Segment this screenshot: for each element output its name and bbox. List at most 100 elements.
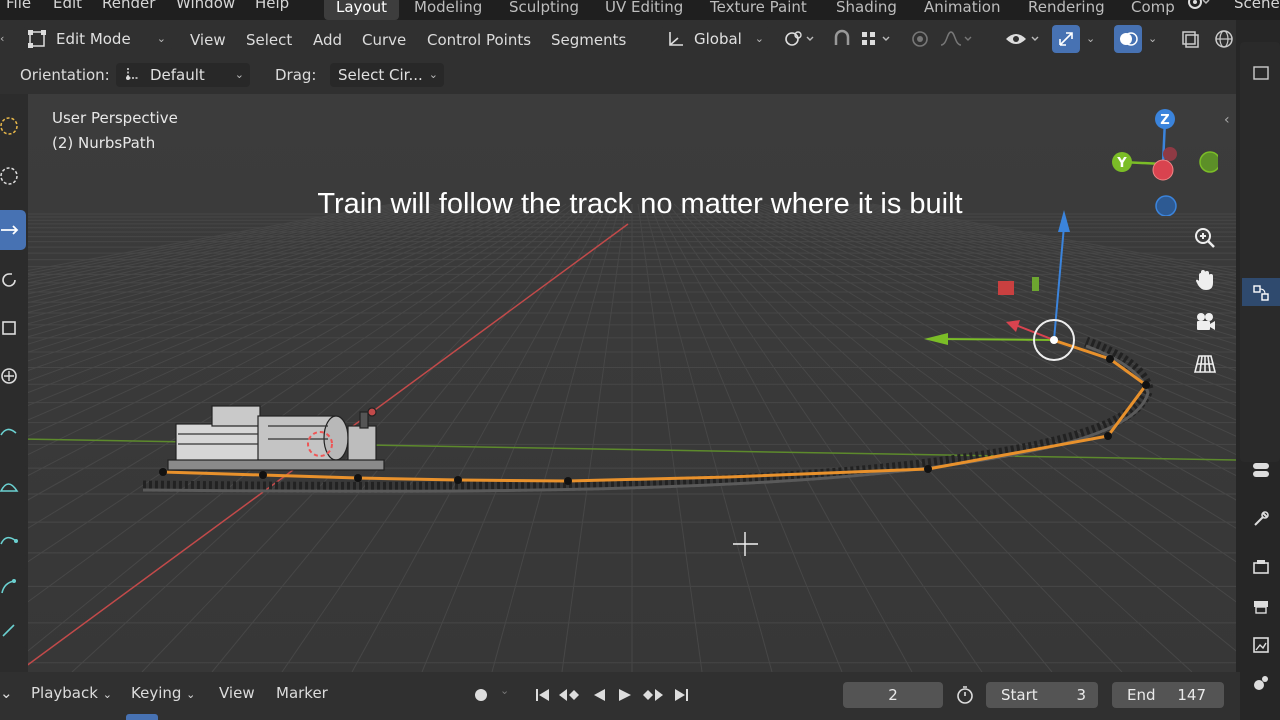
tab-modeling[interactable]: Modeling: [402, 0, 494, 20]
chevron-down-icon[interactable]: ⌄: [1086, 32, 1095, 45]
end-frame-field[interactable]: End 147: [1112, 682, 1224, 708]
menu-view[interactable]: View: [190, 28, 226, 52]
play-reverse-icon[interactable]: [588, 684, 610, 706]
end-label: End: [1127, 686, 1156, 704]
play-icon[interactable]: [614, 684, 636, 706]
menu-marker[interactable]: Marker: [276, 684, 328, 702]
3d-viewport[interactable]: User Perspective (2) NurbsPath Z Y: [28, 94, 1236, 672]
tool-draw-icon[interactable]: [0, 518, 26, 558]
view-layer-properties-icon[interactable]: [1246, 630, 1276, 660]
prev-keyframe-icon[interactable]: [558, 684, 580, 706]
menu-help[interactable]: Help: [255, 0, 289, 12]
tool-extrude-icon[interactable]: [0, 610, 26, 650]
tool-measure-icon[interactable]: [0, 464, 26, 504]
view-name: User Perspective: [52, 109, 178, 127]
orientation-dropdown[interactable]: Default ⌄: [116, 63, 250, 87]
tool-transform-icon[interactable]: [0, 356, 26, 396]
perspective-grid-icon[interactable]: [1188, 347, 1222, 381]
tool-rotate-icon[interactable]: [0, 260, 26, 300]
scene-icon[interactable]: [1188, 0, 1210, 14]
tab-rendering[interactable]: Rendering: [1016, 0, 1117, 20]
overlays-icon[interactable]: [1114, 25, 1142, 53]
tab-texture-paint[interactable]: Texture Paint: [698, 0, 819, 20]
tab-compositing[interactable]: Comp: [1119, 0, 1175, 20]
proportional-editing-icon[interactable]: [906, 25, 934, 53]
scene-selector[interactable]: Scene: [1234, 0, 1280, 12]
tool-move-icon[interactable]: [0, 210, 26, 250]
menu-edit[interactable]: Edit: [53, 0, 82, 12]
tab-shading[interactable]: Shading: [824, 0, 909, 20]
falloff-icon[interactable]: [936, 25, 976, 53]
record-icon[interactable]: [470, 684, 492, 706]
sidebar-collapse-icon[interactable]: ‹: [1224, 112, 1230, 128]
render-properties-icon[interactable]: [1246, 552, 1276, 582]
menu-keying[interactable]: Keying ⌄: [131, 684, 195, 702]
gizmo-x-ball: [1152, 159, 1174, 181]
keying-label: Keying: [131, 684, 182, 702]
playback-label: Playback: [31, 684, 98, 702]
chevron-down-icon: ⌄: [428, 68, 438, 81]
transform-orientation-dropdown[interactable]: Global ⌄: [660, 27, 770, 51]
menu-curve[interactable]: Curve: [362, 28, 406, 52]
gizmo-neg-y-ball: [1199, 151, 1218, 173]
start-label: Start: [1001, 686, 1038, 704]
zoom-icon[interactable]: [1188, 221, 1222, 255]
tab-layout[interactable]: Layout: [324, 0, 399, 20]
tool-annotate-icon[interactable]: [0, 412, 26, 452]
stopwatch-icon[interactable]: [954, 684, 976, 706]
menu-control-points[interactable]: Control Points: [427, 28, 531, 52]
tool-select-circle-icon[interactable]: [0, 156, 26, 196]
properties-editor-icon[interactable]: [1246, 455, 1276, 485]
next-keyframe-icon[interactable]: [642, 684, 664, 706]
current-frame-field[interactable]: 2: [843, 682, 943, 708]
visibility-eye-icon[interactable]: [1002, 25, 1046, 53]
chevron-icon[interactable]: ⌄: [0, 684, 13, 702]
output-properties-icon[interactable]: [1246, 592, 1276, 622]
menu-select[interactable]: Select: [246, 28, 292, 52]
menu-view-timeline[interactable]: View: [219, 684, 255, 702]
drag-dropdown[interactable]: Select Cir... ⌄: [330, 63, 444, 87]
orientation-label: Orientation:: [20, 66, 110, 84]
orientation-gizmo-icon: [122, 66, 142, 91]
tab-uv-editing[interactable]: UV Editing: [593, 0, 695, 20]
jump-start-icon[interactable]: [532, 684, 554, 706]
chevron-down-icon[interactable]: ⌄: [500, 684, 509, 697]
tool-tweak-icon[interactable]: [0, 106, 26, 146]
xray-toggle-icon[interactable]: [1176, 25, 1204, 53]
snap-icon[interactable]: [828, 25, 856, 53]
gizmo-plane-x: [998, 281, 1014, 295]
viewport-grid: [28, 94, 1236, 672]
pivot-point-button[interactable]: [780, 25, 820, 53]
timeline-playhead[interactable]: [126, 714, 158, 720]
scene-properties-icon[interactable]: [1246, 668, 1276, 698]
drag-value: Select Cir...: [338, 66, 423, 84]
tool-properties-wrench-icon[interactable]: [1246, 504, 1276, 534]
wireframe-shading-icon[interactable]: [1210, 25, 1238, 53]
tab-sculpting[interactable]: Sculpting: [497, 0, 591, 20]
chevron-down-icon[interactable]: ⌄: [1148, 32, 1157, 45]
gizmo-toggle-icon[interactable]: [1052, 25, 1080, 53]
menu-playback[interactable]: Playback ⌄: [31, 684, 112, 702]
jump-end-icon[interactable]: [670, 684, 692, 706]
mode-dropdown[interactable]: Edit Mode ⌄: [22, 27, 172, 51]
viewport-header: ‹ Edit Mode ⌄ View Select Add Curve Cont…: [0, 20, 1240, 58]
start-frame-field[interactable]: Start 3: [986, 682, 1098, 708]
gizmo-plane-y: [1032, 277, 1039, 291]
left-toolbar: [0, 94, 28, 672]
snap-target-icon[interactable]: [856, 25, 896, 53]
object-name: (2) NurbsPath: [52, 134, 156, 152]
menu-segments[interactable]: Segments: [551, 28, 626, 52]
menu-window[interactable]: Window: [176, 0, 235, 12]
pan-hand-icon[interactable]: [1188, 263, 1222, 297]
menu-add[interactable]: Add: [313, 28, 342, 52]
menu-file[interactable]: File: [6, 0, 31, 12]
tab-animation[interactable]: Animation: [912, 0, 1012, 20]
menu-render[interactable]: Render: [102, 0, 155, 12]
timeline-bar: ⌄ Playback ⌄ Keying ⌄ View Marker ⌄ 2 St…: [0, 672, 1240, 720]
outliner-filter-icon[interactable]: [1246, 58, 1276, 88]
start-value: 3: [1076, 686, 1086, 704]
tool-pen-icon[interactable]: [0, 566, 26, 606]
camera-icon[interactable]: [1188, 305, 1222, 339]
curve-object-icon[interactable]: [1246, 278, 1276, 308]
tool-scale-icon[interactable]: [0, 308, 26, 348]
